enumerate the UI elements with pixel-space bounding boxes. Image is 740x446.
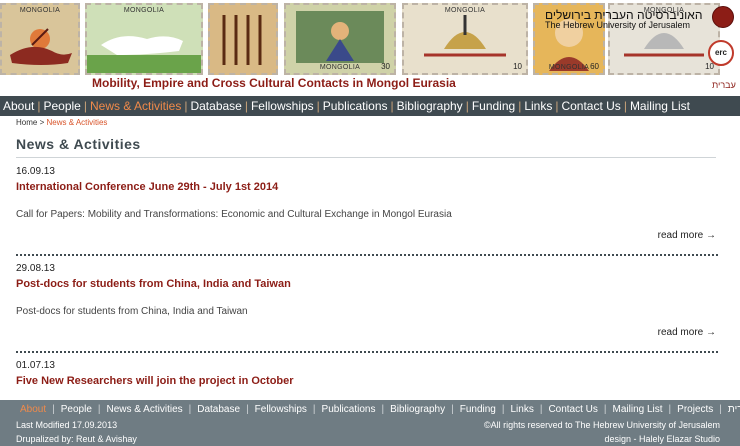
footer-nav-item-mailing-list[interactable]: Mailing List bbox=[607, 402, 669, 418]
news-summary: Call for Papers: Mobility and Transforma… bbox=[16, 209, 452, 220]
news-headline-link[interactable]: Five New Researchers will join the proje… bbox=[16, 375, 718, 387]
khan-icon bbox=[296, 11, 384, 63]
breadcrumb: Home > News & Activities bbox=[16, 118, 107, 127]
footer-nav-item-bibliography[interactable]: Bibliography bbox=[384, 402, 451, 418]
footer-nav-item-links[interactable]: Links bbox=[504, 402, 539, 418]
nav-item-bibliography[interactable]: Bibliography bbox=[394, 96, 466, 116]
helmet-icon bbox=[424, 15, 506, 57]
site-footer: About | People | News & Activities | Database |… bbox=[0, 400, 740, 446]
breadcrumb-separator: > bbox=[39, 118, 45, 127]
news-divider bbox=[16, 254, 718, 256]
design-credit: design - Halely Elazar Studio bbox=[604, 434, 720, 444]
footer-nav-item-hebrew[interactable]: עברית bbox=[722, 402, 740, 418]
title-divider bbox=[16, 157, 716, 158]
footer-nav-item-contact-us[interactable]: Contact Us bbox=[542, 402, 603, 418]
footer-navigation: About | People | News & Activities | Database |… bbox=[14, 402, 740, 418]
news-item: 01.07.13 Five New Researchers will join … bbox=[16, 360, 718, 394]
nav-item-news-activities[interactable]: News & Activities bbox=[87, 96, 184, 116]
footer-nav-item-people[interactable]: People bbox=[55, 402, 98, 418]
news-headline-link[interactable]: Post-docs for students from China, India… bbox=[16, 278, 718, 290]
page-title: News & Activities bbox=[16, 136, 141, 152]
stamp-script bbox=[208, 3, 278, 75]
hebrew-language-link[interactable]: עברית bbox=[712, 80, 736, 90]
stamp-khan: 30 MONGOLIA bbox=[284, 3, 396, 75]
nav-item-links[interactable]: Links bbox=[521, 96, 555, 116]
footer-nav-item-publications[interactable]: Publications bbox=[316, 402, 382, 418]
footer-nav-item-about[interactable]: About bbox=[14, 402, 52, 418]
footer-nav-item-fellowships[interactable]: Fellowships bbox=[249, 402, 313, 418]
nav-item-about[interactable]: About bbox=[0, 96, 37, 116]
drupalized-credit: Drupalized by: Reut & Avishay bbox=[16, 434, 137, 444]
footer-nav-item-funding[interactable]: Funding bbox=[454, 402, 502, 418]
news-date: 29.08.13 bbox=[16, 263, 55, 274]
news-date: 01.07.13 bbox=[16, 360, 55, 371]
last-modified: Last Modified 17.09.2013 bbox=[16, 420, 118, 430]
news-date: 16.09.13 bbox=[16, 166, 55, 177]
huji-logo-icon[interactable] bbox=[712, 6, 734, 28]
stamp-helmet: MONGOLIA 10 bbox=[402, 3, 528, 75]
news-item: 16.09.13 International Conference June 2… bbox=[16, 166, 718, 256]
footer-nav-item-projects[interactable]: Projects bbox=[671, 402, 719, 418]
nav-item-contact-us[interactable]: Contact Us bbox=[558, 96, 623, 116]
news-item: 29.08.13 Post-docs for students from Chi… bbox=[16, 263, 718, 353]
read-more-link[interactable]: read more → bbox=[658, 230, 716, 241]
erc-logo-icon[interactable]: erc bbox=[708, 40, 734, 66]
nav-item-people[interactable]: People bbox=[40, 96, 83, 116]
stamp-horse: MONGOLIA 60 bbox=[85, 3, 203, 75]
footer-nav-item-news-activities[interactable]: News & Activities bbox=[101, 402, 189, 418]
nav-item-fellowships[interactable]: Fellowships bbox=[248, 96, 317, 116]
breadcrumb-current: News & Activities bbox=[46, 118, 108, 127]
script-icon bbox=[222, 15, 262, 65]
breadcrumb-home-link[interactable]: Home bbox=[16, 118, 37, 127]
horse-icon bbox=[87, 36, 201, 73]
nav-item-mailing-list[interactable]: Mailing List bbox=[627, 96, 693, 116]
footer-nav-item-database[interactable]: Database bbox=[191, 402, 246, 418]
news-divider bbox=[16, 351, 718, 353]
site-header: MONGOLIA MONGOLIA 60 30 bbox=[0, 0, 740, 96]
site-title[interactable]: Mobility, Empire and Cross Cultural Cont… bbox=[92, 76, 456, 90]
main-navigation: About | People | News & Activities | Database |… bbox=[0, 96, 740, 116]
nav-item-funding[interactable]: Funding bbox=[469, 96, 518, 116]
stamp-label: MONGOLIA bbox=[548, 64, 590, 71]
copyright-notice: ©All rights reserved to The Hebrew Unive… bbox=[483, 420, 720, 430]
news-headline-link[interactable]: International Conference June 29th - Jul… bbox=[16, 181, 718, 193]
read-more-link[interactable]: read more → bbox=[658, 327, 716, 338]
archer-icon bbox=[10, 28, 72, 65]
nav-item-publications[interactable]: Publications bbox=[320, 96, 391, 116]
stamp-label: MONGOLIA bbox=[319, 64, 361, 71]
nav-item-database[interactable]: Database bbox=[187, 96, 244, 116]
huji-english-name: The Hebrew University of Jerusalem bbox=[545, 20, 691, 30]
stamp-archer: MONGOLIA bbox=[0, 3, 80, 75]
news-summary: Post-docs for students from China, India… bbox=[16, 306, 248, 317]
